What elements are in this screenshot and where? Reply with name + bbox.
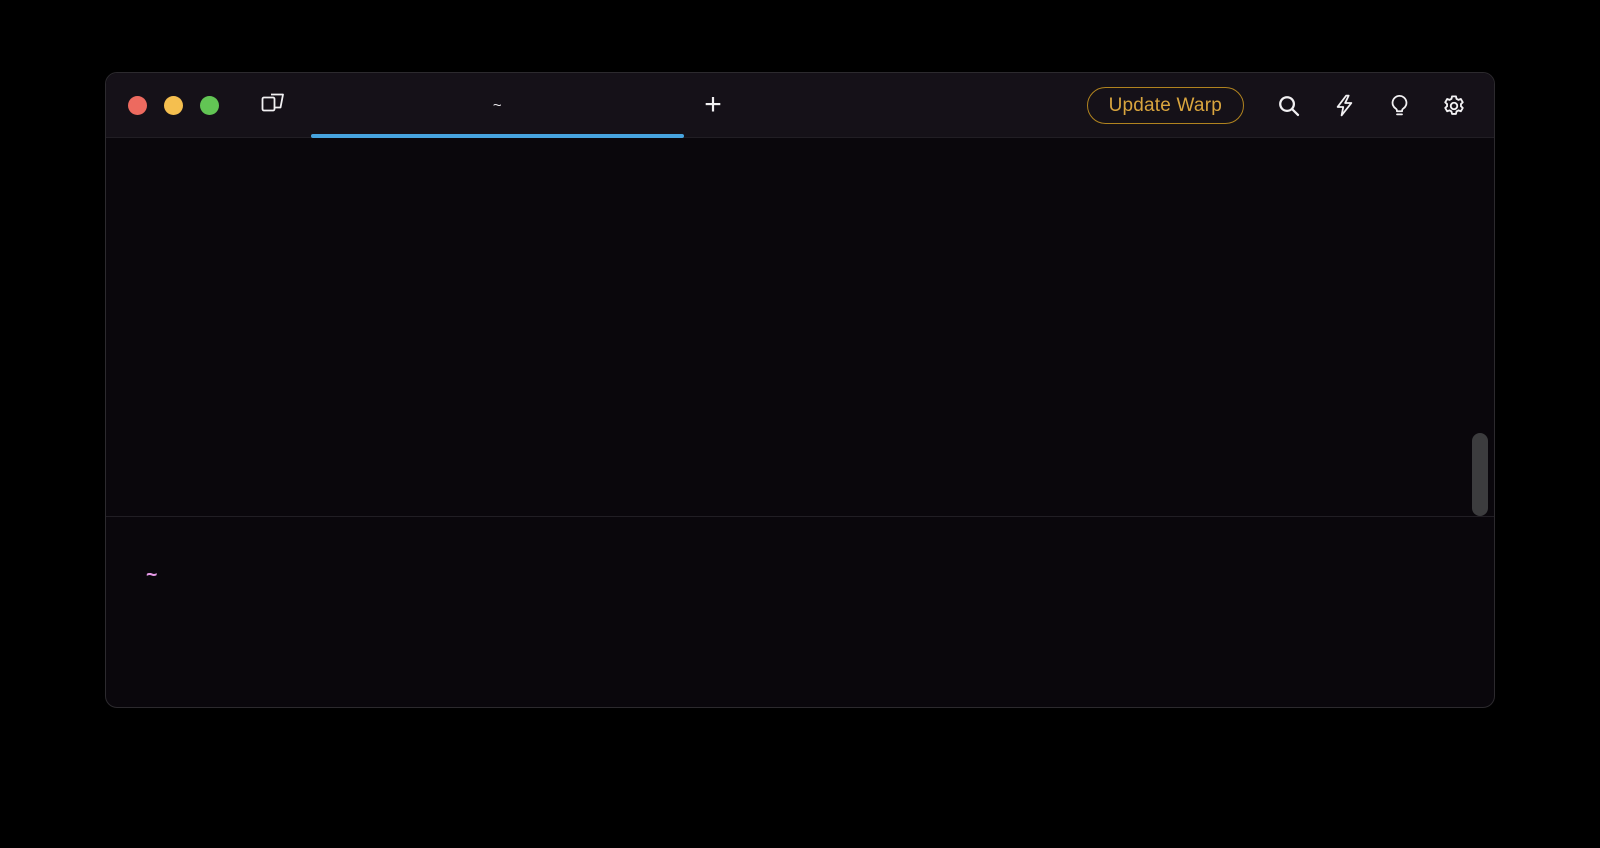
prompt-symbol: ~: [146, 563, 157, 585]
update-warp-button[interactable]: Update Warp: [1087, 87, 1244, 124]
plus-icon: +: [704, 90, 722, 120]
terminal-output-pane: [106, 139, 1494, 516]
search-button[interactable]: [1275, 92, 1303, 120]
search-icon: [1276, 93, 1302, 119]
zoom-button[interactable]: [200, 96, 219, 115]
tips-button[interactable]: [1385, 92, 1413, 120]
gear-icon: [1441, 93, 1467, 119]
lightbulb-icon: [1387, 93, 1412, 118]
traffic-lights: [128, 73, 219, 138]
settings-button[interactable]: [1440, 92, 1468, 120]
scrollbar-thumb[interactable]: [1472, 433, 1488, 516]
title-tab-bar: ~ + Update Warp: [106, 73, 1494, 138]
pages-overview-button[interactable]: [256, 89, 288, 121]
new-tab-button[interactable]: +: [695, 87, 731, 123]
minimize-button[interactable]: [164, 96, 183, 115]
close-button[interactable]: [128, 96, 147, 115]
warp-ai-button[interactable]: [1330, 92, 1358, 120]
lightning-bolt-icon: [1332, 93, 1357, 118]
overlapping-pages-icon: [259, 91, 286, 120]
tab-home[interactable]: ~: [311, 73, 684, 138]
tab-title: ~: [493, 97, 502, 114]
topbar-actions: Update Warp: [1087, 73, 1468, 138]
active-tab-indicator: [311, 134, 684, 138]
command-input-block[interactable]: ~: [106, 517, 1494, 708]
terminal-window: ~ + Update Warp: [105, 72, 1495, 708]
